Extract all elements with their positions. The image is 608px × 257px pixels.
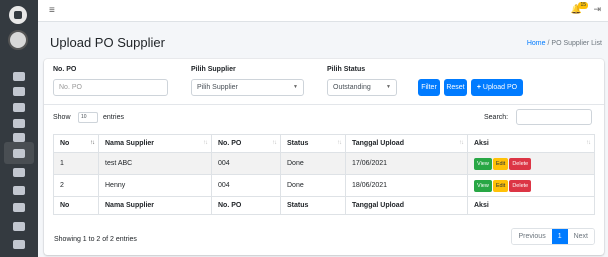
logout-icon[interactable]: ⇥ <box>593 4 601 15</box>
footer-header-no: No <box>53 196 99 215</box>
table-row: 1 test ABC 004 Done 17/06/2021 View Edit D… <box>53 152 595 175</box>
delete-button[interactable]: Delete <box>509 179 532 192</box>
footer-header-date: Tanggal Upload <box>345 196 468 215</box>
menu-toggle-icon[interactable]: ≡ <box>49 5 55 16</box>
footer-header-supplier: Nama Supplier <box>98 196 212 215</box>
chevron-down-icon: ▼ <box>293 84 298 90</box>
users-icon[interactable] <box>13 168 25 177</box>
column-header-po[interactable]: No. PO ↑↓ <box>211 134 281 153</box>
cell-po: 004 <box>211 152 281 175</box>
supplier-label: Pilih Supplier <box>191 66 236 73</box>
cell-po: 004 <box>211 174 281 197</box>
table-header-row: No ↑↓ Nama Supplier ↑↓ No. PO ↑↓ Status ↑↓ T… <box>53 134 595 153</box>
users-icon[interactable] <box>13 203 25 212</box>
column-header-status[interactable]: Status ↑↓ <box>280 134 346 153</box>
divider <box>44 104 604 105</box>
upload-po-button[interactable]: + Upload PO <box>471 79 523 96</box>
page-title: Upload PO Supplier <box>50 35 165 50</box>
users-icon[interactable] <box>13 186 25 195</box>
cell-actions: View Edit Delete <box>467 174 595 197</box>
filter-button[interactable]: Filter <box>418 79 440 96</box>
no-po-label: No. PO <box>53 66 77 73</box>
view-button[interactable]: View <box>474 157 492 170</box>
no-po-input[interactable]: No. PO <box>53 79 168 96</box>
cell-status: Done <box>280 174 346 197</box>
topbar: ≡ 🔔 15 ⇥ <box>38 0 608 22</box>
view-button[interactable]: View <box>474 179 492 192</box>
column-header-supplier[interactable]: Nama Supplier ↑↓ <box>98 134 212 153</box>
show-entries: Show 10 entries <box>53 112 124 123</box>
sort-icon: ↑↓ <box>586 140 591 146</box>
footer-header-status: Status <box>280 196 346 215</box>
entries-select[interactable]: 10 <box>78 112 98 123</box>
chart-icon[interactable] <box>13 119 25 128</box>
cell-supplier: Henny <box>98 174 212 197</box>
cell-actions: View Edit Delete <box>467 152 595 175</box>
po-supplier-table: No ↑↓ Nama Supplier ↑↓ No. PO ↑↓ Status ↑↓ T… <box>53 134 595 215</box>
sidebar <box>0 0 38 257</box>
cell-date: 17/06/2021 <box>345 152 468 175</box>
reset-button[interactable]: Reset <box>444 79 467 96</box>
upload-po-label: Upload PO <box>482 84 518 91</box>
sort-icon: ↑↓ <box>203 140 208 146</box>
users-icon[interactable] <box>13 149 25 158</box>
sort-icon: ↑↓ <box>459 140 464 146</box>
cell-status: Done <box>280 152 346 175</box>
users-icon[interactable] <box>13 240 25 249</box>
footer-header-po: No. PO <box>211 196 281 215</box>
table-row: 2 Henny 004 Done 18/06/2021 View Edit Dele… <box>53 174 595 197</box>
table-info: Showing 1 to 2 of 2 entries <box>54 236 137 243</box>
breadcrumb: Home / PO Supplier List <box>527 40 602 47</box>
column-header-aksi[interactable]: Aksi ↑↓ <box>467 134 595 153</box>
settings-icon[interactable] <box>13 87 25 96</box>
cell-no: 1 <box>53 152 99 175</box>
cell-no: 2 <box>53 174 99 197</box>
column-header-date[interactable]: Tanggal Upload ↑↓ <box>345 134 468 153</box>
column-header-no[interactable]: No ↑↓ <box>53 134 99 153</box>
edit-button[interactable]: Edit <box>492 179 509 192</box>
supplier-select[interactable]: Pilih Supplier ▼ <box>191 79 304 96</box>
breadcrumb-separator: / <box>547 40 550 47</box>
status-label: Pilih Status <box>327 66 366 73</box>
supplier-select-value: Pilih Supplier <box>197 84 238 91</box>
page-1-button[interactable]: 1 <box>551 229 568 244</box>
user-avatar[interactable] <box>8 30 28 50</box>
edit-button[interactable]: Edit <box>492 157 509 170</box>
factory-icon[interactable] <box>13 103 25 112</box>
show-label: Show <box>53 114 71 121</box>
previous-page-button[interactable]: Previous <box>512 229 552 244</box>
dashboard-icon[interactable] <box>13 72 25 81</box>
cell-date: 18/06/2021 <box>345 174 468 197</box>
delete-button[interactable]: Delete <box>509 157 532 170</box>
chevron-down-icon: ▼ <box>386 84 391 90</box>
sort-icon: ↑↓ <box>272 140 277 146</box>
po-supplier-card: No. PO No. PO Pilih Supplier Pilih Suppl… <box>44 59 604 255</box>
sort-icon: ↑↓ <box>90 140 95 146</box>
search-input[interactable] <box>516 109 592 125</box>
search-label: Search: <box>484 114 509 121</box>
notification-count-badge: 15 <box>578 2 588 9</box>
users-icon[interactable] <box>13 222 25 231</box>
layers-icon[interactable] <box>13 133 25 142</box>
logo-mark <box>14 11 22 19</box>
entries-label: entries <box>103 114 125 121</box>
cell-supplier: test ABC <box>98 152 212 175</box>
next-page-button[interactable]: Next <box>567 229 594 244</box>
pagination: Previous 1 Next <box>511 228 595 245</box>
status-select[interactable]: Outstanding ▼ <box>327 79 397 96</box>
table-footer-row: No Nama Supplier No. PO Status Tanggal U… <box>53 196 595 215</box>
plus-icon: + <box>476 84 481 91</box>
breadcrumb-current: PO Supplier List <box>551 40 602 47</box>
footer-header-aksi: Aksi <box>467 196 595 215</box>
breadcrumb-home-link[interactable]: Home <box>527 40 546 47</box>
status-select-value: Outstanding <box>333 84 371 91</box>
brand-logo[interactable] <box>9 6 27 24</box>
sort-icon: ↑↓ <box>337 140 342 146</box>
